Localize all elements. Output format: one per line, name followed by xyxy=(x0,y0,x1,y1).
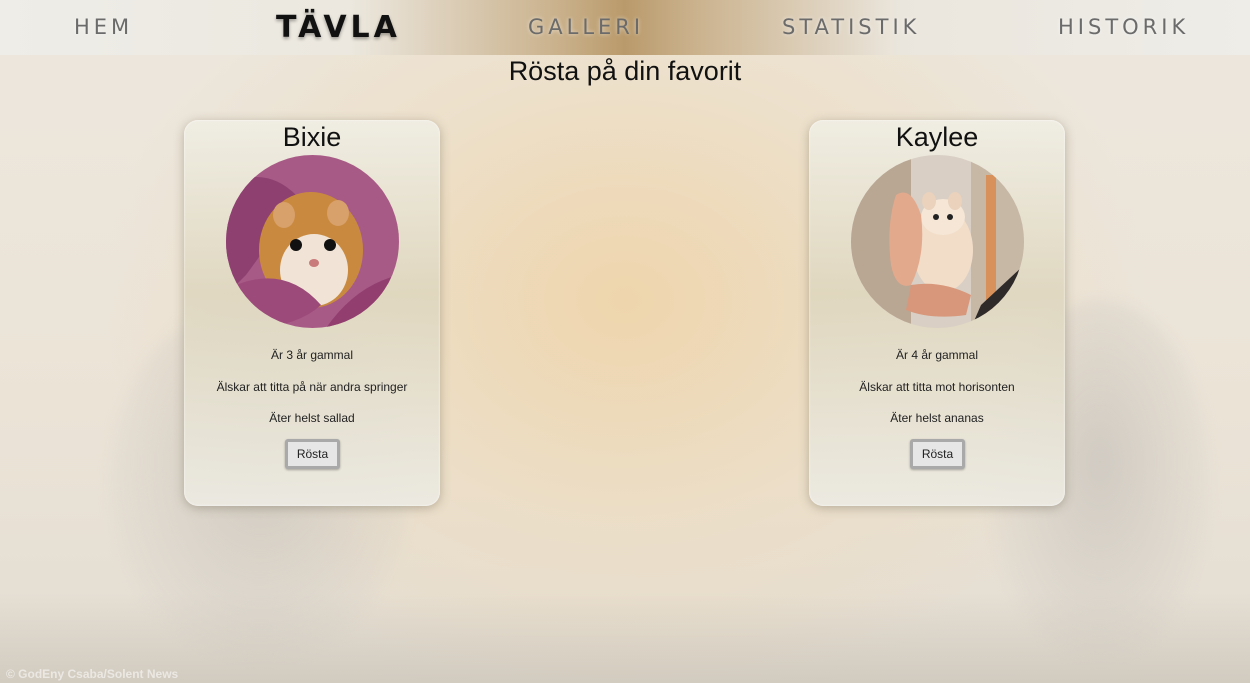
hamster-photo-image xyxy=(851,155,1024,328)
hamster-photo xyxy=(226,155,399,328)
background-ground xyxy=(0,593,1250,683)
hamster-photo-image xyxy=(226,155,399,328)
nav-item-statistik[interactable]: STATISTIK xyxy=(782,0,920,55)
contestant-loves: Älskar att titta mot horisonten xyxy=(859,380,1015,394)
top-navigation: HEM TÄVLA GALLERI STATISTIK HISTORIK xyxy=(0,0,1250,55)
contestant-name: Bixie xyxy=(282,122,342,152)
contestant-eats: Äter helst sallad xyxy=(269,411,355,425)
contestant-card-kaylee: Kaylee Är 4 år gammal Älskar att titta m… xyxy=(809,120,1065,506)
contestant-card-bixie: Bixie Är 3 år gammal Älskar att titta på… xyxy=(184,120,440,506)
photo-credit: © GodEny Csaba/Solent News xyxy=(6,667,179,681)
hamster-photo xyxy=(851,155,1024,328)
nav-item-historik[interactable]: HISTORIK xyxy=(1058,0,1189,55)
nav-item-tavla[interactable]: TÄVLA xyxy=(276,0,401,55)
contestant-eats: Äter helst ananas xyxy=(890,411,984,425)
page-title: Rösta på din favorit xyxy=(508,56,742,86)
contestant-age: Är 4 år gammal xyxy=(895,348,979,362)
contestant-name: Kaylee xyxy=(895,122,979,152)
contestant-age: Är 3 år gammal xyxy=(270,348,354,362)
vote-button-bixie[interactable]: Rösta xyxy=(285,439,340,469)
nav-item-hem[interactable]: HEM xyxy=(74,0,133,55)
nav-item-galleri[interactable]: GALLERI xyxy=(528,0,644,55)
contestant-loves: Älskar att titta på när andra springer xyxy=(216,380,408,394)
vote-button-kaylee[interactable]: Rösta xyxy=(910,439,965,469)
